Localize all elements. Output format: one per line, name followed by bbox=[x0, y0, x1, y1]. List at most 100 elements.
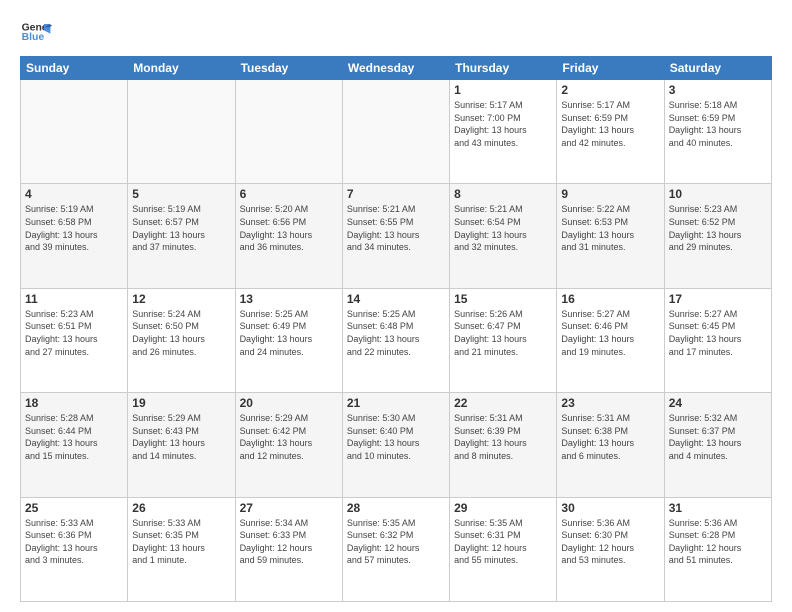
day-info: Sunrise: 5:19 AMSunset: 6:57 PMDaylight:… bbox=[132, 203, 230, 253]
day-number: 2 bbox=[561, 83, 659, 97]
day-info: Sunrise: 5:31 AMSunset: 6:39 PMDaylight:… bbox=[454, 412, 552, 462]
day-number: 22 bbox=[454, 396, 552, 410]
day-number: 11 bbox=[25, 292, 123, 306]
weekday-header-row: SundayMondayTuesdayWednesdayThursdayFrid… bbox=[21, 57, 772, 80]
calendar-cell: 28 Sunrise: 5:35 AMSunset: 6:32 PMDayligh… bbox=[342, 497, 449, 601]
week-row-5: 25 Sunrise: 5:33 AMSunset: 6:36 PMDayligh… bbox=[21, 497, 772, 601]
calendar-cell: 5 Sunrise: 5:19 AMSunset: 6:57 PMDaylight… bbox=[128, 184, 235, 288]
day-number: 6 bbox=[240, 187, 338, 201]
day-info: Sunrise: 5:27 AMSunset: 6:46 PMDaylight:… bbox=[561, 308, 659, 358]
day-info: Sunrise: 5:35 AMSunset: 6:31 PMDaylight:… bbox=[454, 517, 552, 567]
day-number: 1 bbox=[454, 83, 552, 97]
calendar-cell: 1Sunrise: 5:17 AMSunset: 7:00 PMDaylight… bbox=[450, 80, 557, 184]
week-row-1: 1Sunrise: 5:17 AMSunset: 7:00 PMDaylight… bbox=[21, 80, 772, 184]
calendar-cell: 19 Sunrise: 5:29 AMSunset: 6:43 PMDayligh… bbox=[128, 393, 235, 497]
week-row-2: 4 Sunrise: 5:19 AMSunset: 6:58 PMDaylight… bbox=[21, 184, 772, 288]
day-number: 25 bbox=[25, 501, 123, 515]
day-info: Sunrise: 5:31 AMSunset: 6:38 PMDaylight:… bbox=[561, 412, 659, 462]
day-info: Sunrise: 5:35 AMSunset: 6:32 PMDaylight:… bbox=[347, 517, 445, 567]
day-info: Sunrise: 5:23 AMSunset: 6:51 PMDaylight:… bbox=[25, 308, 123, 358]
day-number: 29 bbox=[454, 501, 552, 515]
calendar-cell: 3 Sunrise: 5:18 AMSunset: 6:59 PMDaylight… bbox=[664, 80, 771, 184]
calendar-cell bbox=[235, 80, 342, 184]
day-info: Sunrise: 5:25 AMSunset: 6:49 PMDaylight:… bbox=[240, 308, 338, 358]
calendar-cell: 12Sunrise: 5:24 AMSunset: 6:50 PMDayligh… bbox=[128, 288, 235, 392]
day-info: Sunrise: 5:22 AMSunset: 6:53 PMDaylight:… bbox=[561, 203, 659, 253]
day-info: Sunrise: 5:29 AMSunset: 6:42 PMDaylight:… bbox=[240, 412, 338, 462]
calendar-cell: 15Sunrise: 5:26 AMSunset: 6:47 PMDayligh… bbox=[450, 288, 557, 392]
calendar-cell: 16 Sunrise: 5:27 AMSunset: 6:46 PMDayligh… bbox=[557, 288, 664, 392]
day-number: 4 bbox=[25, 187, 123, 201]
calendar-cell: 18 Sunrise: 5:28 AMSunset: 6:44 PMDayligh… bbox=[21, 393, 128, 497]
day-number: 30 bbox=[561, 501, 659, 515]
logo: General Blue bbox=[20, 16, 52, 48]
day-info: Sunrise: 5:30 AMSunset: 6:40 PMDaylight:… bbox=[347, 412, 445, 462]
day-number: 18 bbox=[25, 396, 123, 410]
day-number: 8 bbox=[454, 187, 552, 201]
calendar-cell: 26 Sunrise: 5:33 AMSunset: 6:35 PMDayligh… bbox=[128, 497, 235, 601]
day-info: Sunrise: 5:32 AMSunset: 6:37 PMDaylight:… bbox=[669, 412, 767, 462]
week-row-3: 11 Sunrise: 5:23 AMSunset: 6:51 PMDayligh… bbox=[21, 288, 772, 392]
day-number: 14 bbox=[347, 292, 445, 306]
calendar-cell: 21Sunrise: 5:30 AMSunset: 6:40 PMDayligh… bbox=[342, 393, 449, 497]
calendar-cell: 7 Sunrise: 5:21 AMSunset: 6:55 PMDaylight… bbox=[342, 184, 449, 288]
calendar-cell: 4 Sunrise: 5:19 AMSunset: 6:58 PMDaylight… bbox=[21, 184, 128, 288]
week-row-4: 18 Sunrise: 5:28 AMSunset: 6:44 PMDayligh… bbox=[21, 393, 772, 497]
calendar-cell: 14 Sunrise: 5:25 AMSunset: 6:48 PMDayligh… bbox=[342, 288, 449, 392]
day-info: Sunrise: 5:21 AMSunset: 6:55 PMDaylight:… bbox=[347, 203, 445, 253]
day-info: Sunrise: 5:18 AMSunset: 6:59 PMDaylight:… bbox=[669, 99, 767, 149]
day-number: 3 bbox=[669, 83, 767, 97]
day-number: 20 bbox=[240, 396, 338, 410]
day-info: Sunrise: 5:36 AMSunset: 6:30 PMDaylight:… bbox=[561, 517, 659, 567]
day-info: Sunrise: 5:26 AMSunset: 6:47 PMDaylight:… bbox=[454, 308, 552, 358]
svg-text:Blue: Blue bbox=[22, 32, 45, 43]
day-number: 24 bbox=[669, 396, 767, 410]
day-info: Sunrise: 5:33 AMSunset: 6:35 PMDaylight:… bbox=[132, 517, 230, 567]
header: General Blue bbox=[20, 16, 772, 48]
calendar-cell bbox=[342, 80, 449, 184]
day-info: Sunrise: 5:21 AMSunset: 6:54 PMDaylight:… bbox=[454, 203, 552, 253]
weekday-header-tuesday: Tuesday bbox=[235, 57, 342, 80]
logo-icon: General Blue bbox=[20, 16, 52, 48]
calendar-cell: 13Sunrise: 5:25 AMSunset: 6:49 PMDayligh… bbox=[235, 288, 342, 392]
day-info: Sunrise: 5:25 AMSunset: 6:48 PMDaylight:… bbox=[347, 308, 445, 358]
weekday-header-wednesday: Wednesday bbox=[342, 57, 449, 80]
day-number: 27 bbox=[240, 501, 338, 515]
day-number: 19 bbox=[132, 396, 230, 410]
calendar-cell bbox=[128, 80, 235, 184]
calendar-cell: 31 Sunrise: 5:36 AMSunset: 6:28 PMDayligh… bbox=[664, 497, 771, 601]
page: General Blue SundayMondayTuesdayWednesda… bbox=[0, 0, 792, 612]
day-number: 31 bbox=[669, 501, 767, 515]
day-number: 28 bbox=[347, 501, 445, 515]
calendar-cell: 30 Sunrise: 5:36 AMSunset: 6:30 PMDayligh… bbox=[557, 497, 664, 601]
day-number: 9 bbox=[561, 187, 659, 201]
calendar-cell: 10 Sunrise: 5:23 AMSunset: 6:52 PMDayligh… bbox=[664, 184, 771, 288]
day-number: 17 bbox=[669, 292, 767, 306]
day-info: Sunrise: 5:36 AMSunset: 6:28 PMDaylight:… bbox=[669, 517, 767, 567]
day-info: Sunrise: 5:17 AMSunset: 6:59 PMDaylight:… bbox=[561, 99, 659, 149]
day-number: 23 bbox=[561, 396, 659, 410]
day-number: 5 bbox=[132, 187, 230, 201]
calendar-cell: 2 Sunrise: 5:17 AMSunset: 6:59 PMDaylight… bbox=[557, 80, 664, 184]
day-info: Sunrise: 5:33 AMSunset: 6:36 PMDaylight:… bbox=[25, 517, 123, 567]
calendar-cell: 11 Sunrise: 5:23 AMSunset: 6:51 PMDayligh… bbox=[21, 288, 128, 392]
day-number: 26 bbox=[132, 501, 230, 515]
day-info: Sunrise: 5:23 AMSunset: 6:52 PMDaylight:… bbox=[669, 203, 767, 253]
day-info: Sunrise: 5:28 AMSunset: 6:44 PMDaylight:… bbox=[25, 412, 123, 462]
weekday-header-friday: Friday bbox=[557, 57, 664, 80]
calendar-cell: 27Sunrise: 5:34 AMSunset: 6:33 PMDayligh… bbox=[235, 497, 342, 601]
weekday-header-monday: Monday bbox=[128, 57, 235, 80]
day-info: Sunrise: 5:29 AMSunset: 6:43 PMDaylight:… bbox=[132, 412, 230, 462]
calendar-cell: 8 Sunrise: 5:21 AMSunset: 6:54 PMDaylight… bbox=[450, 184, 557, 288]
calendar-cell: 29 Sunrise: 5:35 AMSunset: 6:31 PMDayligh… bbox=[450, 497, 557, 601]
calendar-cell: 9 Sunrise: 5:22 AMSunset: 6:53 PMDaylight… bbox=[557, 184, 664, 288]
day-number: 16 bbox=[561, 292, 659, 306]
day-number: 10 bbox=[669, 187, 767, 201]
day-info: Sunrise: 5:19 AMSunset: 6:58 PMDaylight:… bbox=[25, 203, 123, 253]
day-info: Sunrise: 5:24 AMSunset: 6:50 PMDaylight:… bbox=[132, 308, 230, 358]
day-info: Sunrise: 5:27 AMSunset: 6:45 PMDaylight:… bbox=[669, 308, 767, 358]
calendar-cell: 22 Sunrise: 5:31 AMSunset: 6:39 PMDayligh… bbox=[450, 393, 557, 497]
day-number: 7 bbox=[347, 187, 445, 201]
calendar-cell: 23 Sunrise: 5:31 AMSunset: 6:38 PMDayligh… bbox=[557, 393, 664, 497]
calendar-cell: 25 Sunrise: 5:33 AMSunset: 6:36 PMDayligh… bbox=[21, 497, 128, 601]
